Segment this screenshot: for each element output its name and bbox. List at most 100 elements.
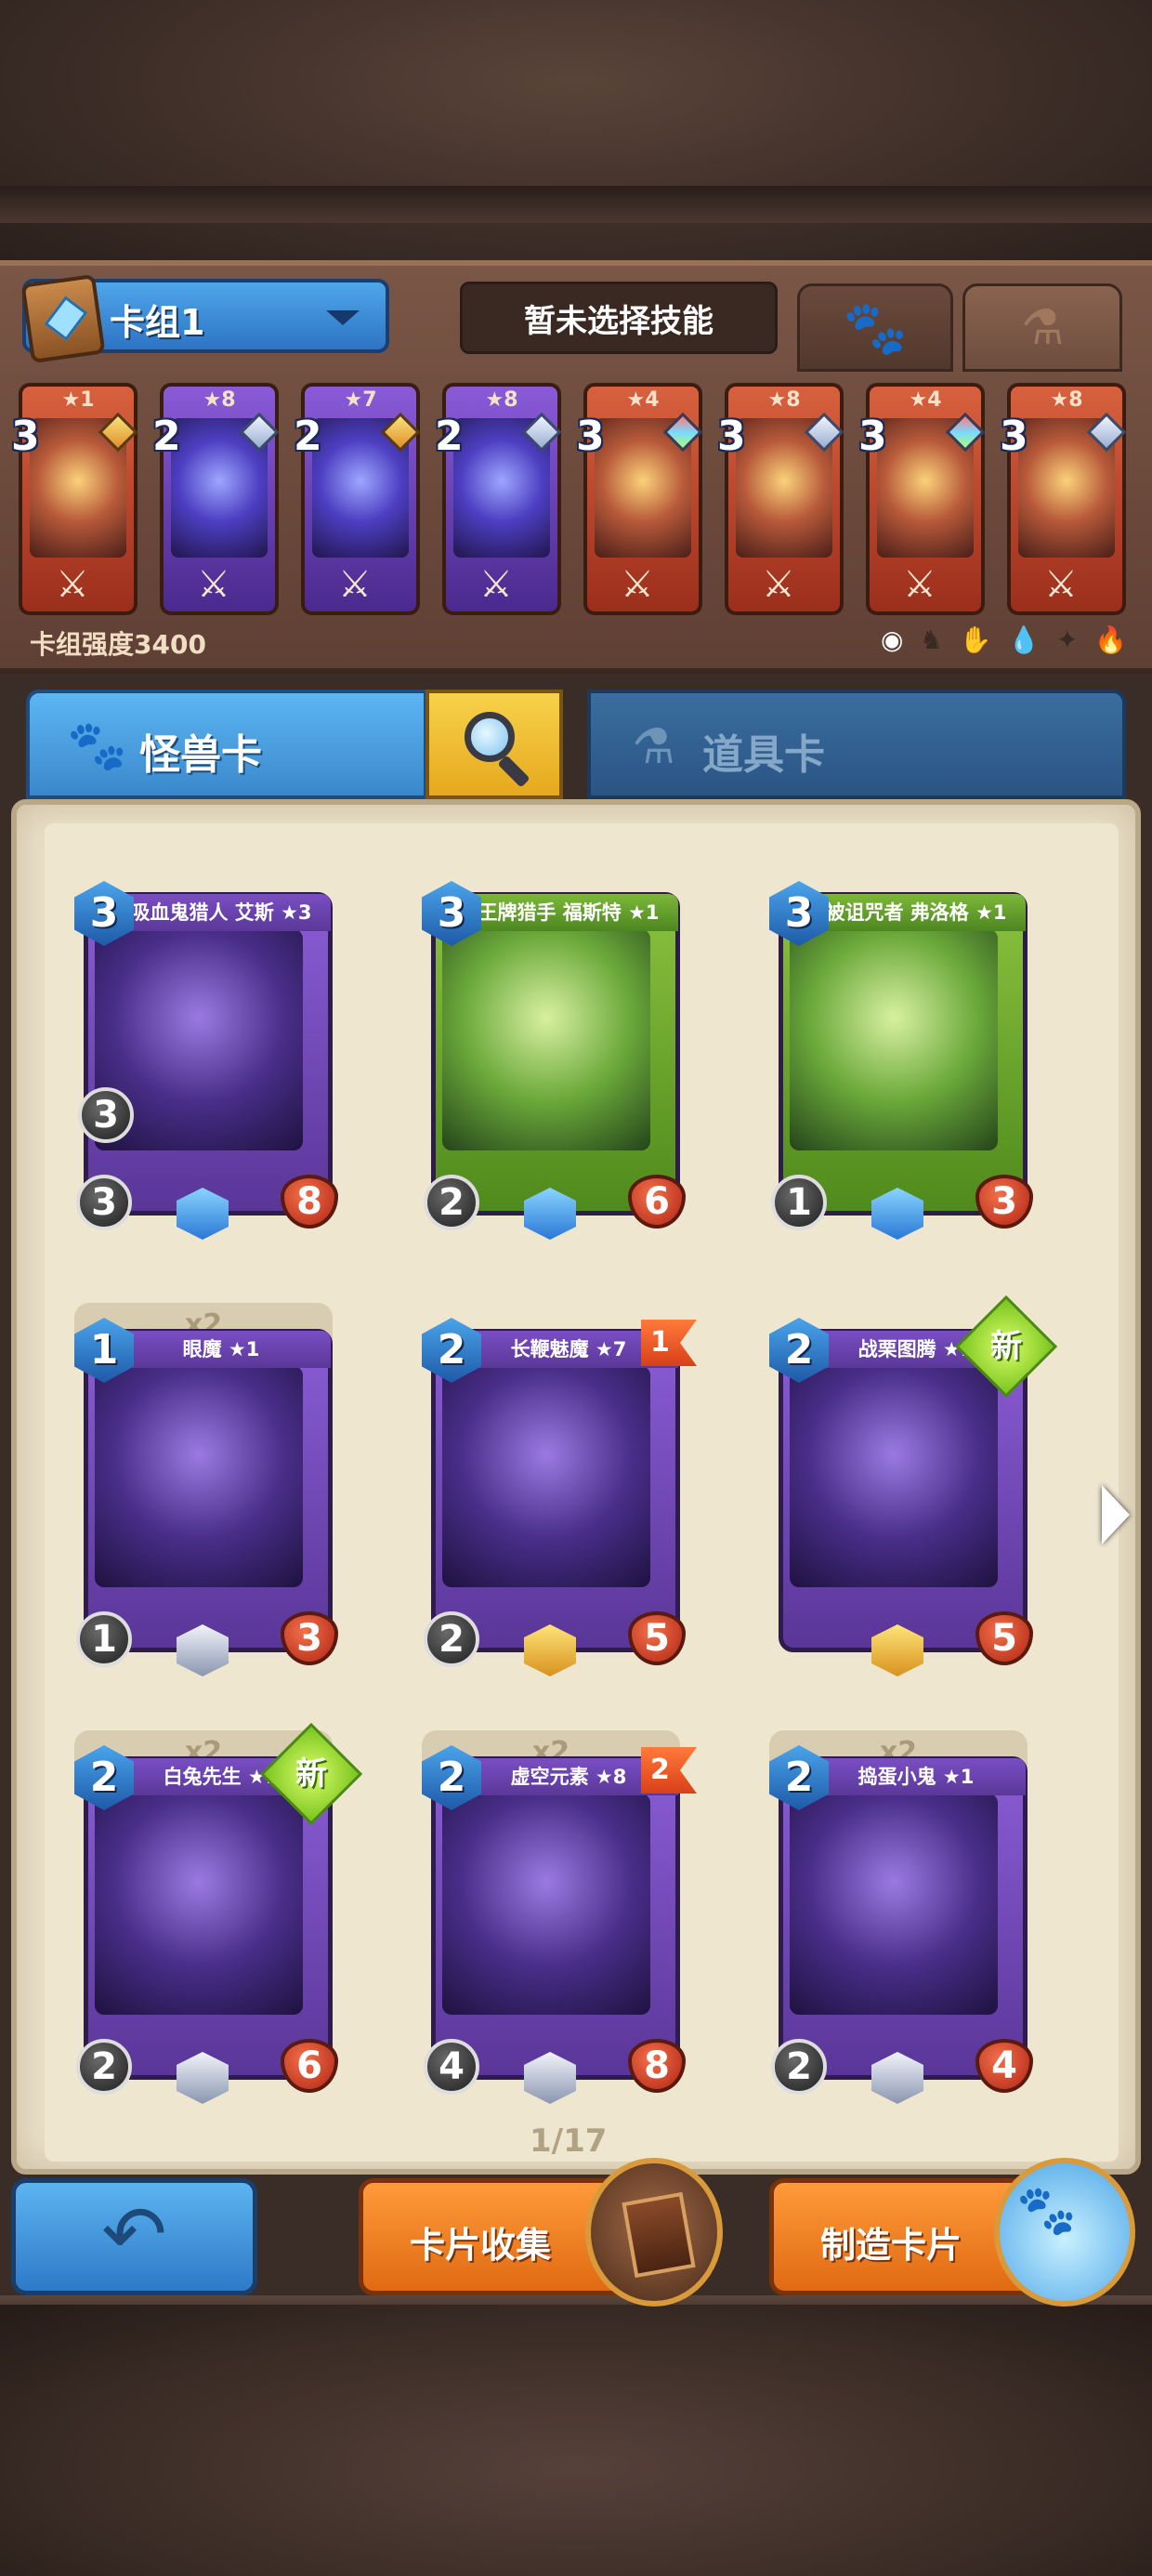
sword-icon: ⚔	[338, 563, 372, 606]
collection-card[interactable]: x2 眼魔 ★1 1 1 3	[74, 1303, 338, 1676]
craft-potion-icon[interactable]: 🐾	[994, 2158, 1135, 2307]
card-art	[442, 929, 650, 1150]
sword-icon: ⚔	[479, 563, 513, 606]
card-art	[442, 1366, 650, 1587]
deck-card[interactable]: ★1 3 ⚔	[11, 383, 138, 615]
paw-tab[interactable]: 🐾	[797, 283, 953, 372]
card-attack: 2	[76, 2039, 132, 2095]
card-health: 3	[281, 1611, 338, 1665]
card-stars: ★7	[344, 388, 377, 412]
card-attack: 2	[771, 2039, 827, 2095]
card-health: 6	[281, 2039, 338, 2093]
element-filter-icons: ◉ ♞ ✋ 💧 ✦ 🔥	[881, 621, 1127, 658]
card-attack: 2	[424, 1175, 479, 1230]
wing-icon: ✦	[1056, 624, 1079, 655]
tab-monster-label: 怪兽卡	[139, 731, 262, 779]
card-cost: 3	[576, 413, 605, 460]
card-art	[790, 1794, 998, 2015]
tab-monster-cards[interactable]: 🐾 怪兽卡	[26, 690, 427, 799]
card-cost: 3	[717, 413, 746, 460]
deck-power: 卡组强度3400	[30, 629, 206, 660]
card-attack: 1	[771, 1175, 827, 1230]
collection-card[interactable]: x2 白兔先生 ★1 2 2 6 新	[74, 1722, 363, 2104]
skill-select-button[interactable]: 暂未选择技能	[460, 282, 778, 354]
back-button[interactable]: ↶	[11, 2178, 257, 2295]
card-art	[442, 1794, 650, 2015]
sword-icon: ⚔	[1044, 563, 1078, 606]
card-health: 3	[975, 1175, 1033, 1229]
card-stars: ★1	[61, 388, 95, 412]
claw-icon: ✋	[959, 624, 992, 655]
collection-card[interactable]: x2 捣蛋小鬼 ★1 2 2 4	[769, 1730, 1033, 2104]
card-health: 6	[628, 1175, 686, 1229]
sword-icon: ⚔	[762, 563, 795, 606]
card-attack: 4	[424, 2039, 479, 2095]
card-title: 被诅咒者 弗洛格 ★1	[806, 894, 1026, 931]
deck-book-icon	[20, 273, 106, 364]
card-art	[790, 929, 998, 1150]
fire-icon: 🔥	[1094, 624, 1127, 655]
card-cost: 3	[11, 413, 40, 460]
beast-icon: ♞	[919, 624, 944, 655]
potion-tab[interactable]: ⚗	[962, 283, 1122, 372]
potion-icon: ⚗	[1020, 299, 1065, 356]
top-band	[0, 186, 1152, 223]
water-icon: 💧	[1007, 624, 1041, 655]
collection-card[interactable]: x2 虚空元素 ★8 2 4 8 2	[422, 1730, 697, 2104]
card-title: 吸血鬼猎人 艾斯 ★3	[111, 894, 331, 931]
card-health: 5	[975, 1611, 1033, 1665]
collection-card[interactable]: 王牌猎手 福斯特 ★1 3 2 6	[422, 874, 686, 1240]
card-art	[790, 1366, 998, 1587]
card-book-icon[interactable]	[585, 2158, 723, 2307]
card-attack: 2	[424, 1611, 479, 1667]
search-icon	[465, 712, 515, 762]
card-health: 8	[628, 2039, 686, 2093]
card-stars: ★8	[1050, 388, 1083, 412]
card-stars: ★8	[767, 388, 801, 412]
craft-card-label: 制造卡片	[820, 2225, 962, 2266]
tab-items-label: 道具卡	[702, 731, 825, 779]
card-cost: 2	[152, 413, 181, 460]
card-cost: 2	[435, 413, 464, 460]
card-attack: 1	[76, 1611, 132, 1667]
card-title: 捣蛋小鬼 ★1	[806, 1758, 1026, 1795]
deck-card[interactable]: ★8 2 ⚔	[435, 383, 562, 615]
collection-card[interactable]: 被诅咒者 弗洛格 ★1 3 1 3	[769, 874, 1033, 1240]
card-stars: ★4	[626, 388, 660, 412]
card-title: 王牌猎手 福斯特 ★1	[459, 894, 678, 931]
potion-icon: ⚗	[632, 719, 675, 775]
card-attack: 3	[76, 1175, 132, 1230]
card-art	[95, 1366, 303, 1587]
next-page-arrow-icon[interactable]	[1102, 1485, 1130, 1544]
tab-item-cards[interactable]: ⚗ 道具卡	[587, 690, 1126, 799]
card-extra-stat: 3	[78, 1087, 134, 1143]
deck-card[interactable]: ★4 3 ⚔	[858, 383, 986, 615]
deck-card[interactable]: ★8 3 ⚔	[1000, 383, 1127, 615]
card-health: 4	[975, 2039, 1033, 2093]
collection-card[interactable]: 长鞭魅魔 ★7 2 2 5 1	[422, 1310, 697, 1676]
card-health: 8	[281, 1175, 338, 1229]
search-button[interactable]	[425, 690, 563, 799]
card-title: 眼魔 ★1	[111, 1331, 331, 1368]
paw-icon: 🐾	[67, 718, 127, 774]
card-cost: 2	[294, 413, 322, 460]
card-collection-label: 卡片收集	[410, 2225, 552, 2266]
deck-card[interactable]: ★7 2 ⚔	[294, 383, 421, 615]
deck-selector[interactable]: 卡组1	[20, 273, 389, 364]
card-stars: ★8	[485, 388, 518, 412]
collection-card[interactable]: 战栗图腾 ★1 2 5 新	[769, 1295, 1058, 1676]
circle-icon: ◉	[881, 624, 904, 655]
deck-card[interactable]: ★4 3 ⚔	[576, 383, 703, 615]
card-health: 5	[628, 1611, 686, 1665]
card-cost: 3	[1000, 413, 1028, 460]
deck-name: 卡组1	[110, 302, 205, 343]
bottom-background	[0, 2305, 1152, 2576]
card-art	[95, 1794, 303, 2015]
deck-card[interactable]: ★8 2 ⚔	[152, 383, 280, 615]
deck-card[interactable]: ★8 3 ⚔	[717, 383, 844, 615]
sword-icon: ⚔	[56, 563, 89, 606]
chevron-down-icon[interactable]	[326, 310, 360, 325]
back-arrow-icon: ↶	[101, 2188, 167, 2280]
collection-card[interactable]: 吸血鬼猎人 艾斯 ★3 3 3 3 8	[74, 874, 338, 1240]
paw-icon: 🐾	[843, 297, 908, 359]
